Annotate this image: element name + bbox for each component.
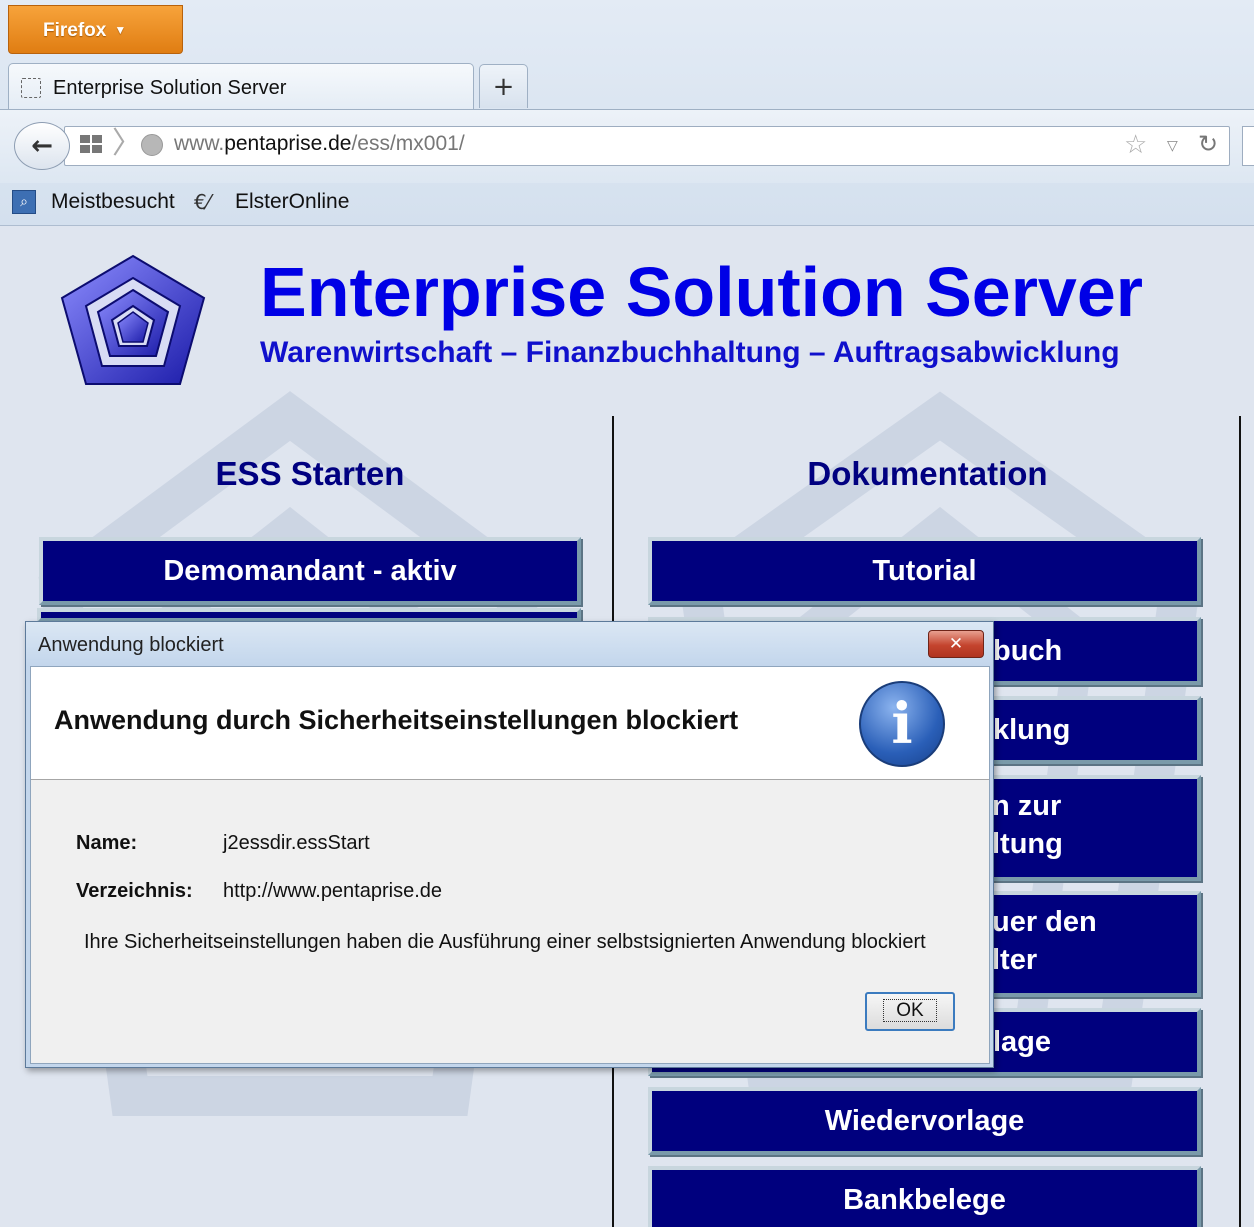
dialog-body: Anwendung durch Sicherheitseinstellungen… <box>30 666 990 1064</box>
left-column-heading: ESS Starten <box>215 455 405 492</box>
bookmark-star-icon[interactable]: ☆ <box>1124 130 1147 160</box>
right-column-heading: Dokumentation <box>807 455 1048 492</box>
left-button-partial[interactable] <box>37 608 581 622</box>
bookmarks-toolbar <box>0 183 1254 226</box>
name-label: Name: <box>76 832 138 854</box>
firefox-menu-button[interactable]: Firefox ▼ <box>8 5 183 54</box>
browser-tab[interactable]: Enterprise Solution Server <box>8 63 474 111</box>
back-button[interactable]: ← <box>14 122 70 170</box>
ok-label: OK <box>883 999 937 1022</box>
new-tab-button[interactable]: + <box>479 64 528 108</box>
column-divider-right <box>1239 416 1241 1227</box>
demomandant-button[interactable]: Demomandant - aktiv <box>39 537 581 605</box>
tutorial-button[interactable]: Tutorial <box>648 537 1201 605</box>
firefox-menu-label: Firefox <box>43 20 107 41</box>
page-icon <box>21 78 41 98</box>
bookmark-folder-icon: ⌕ <box>12 190 36 214</box>
tab-title: Enterprise Solution Server <box>53 77 287 99</box>
search-bar[interactable] <box>1242 126 1254 166</box>
dialog-window-title: Anwendung blockiert <box>38 634 224 656</box>
close-icon: ✕ <box>948 634 964 654</box>
chevron-right-icon: 〉 <box>112 126 142 161</box>
blocked-message: Ihre Sicherheitseinstellungen haben die … <box>84 931 926 953</box>
bookmark-meistbesucht[interactable]: Meistbesucht <box>51 190 175 214</box>
bankbelege-button[interactable]: Bankbelege <box>648 1166 1201 1227</box>
close-button[interactable]: ✕ <box>928 630 984 658</box>
site-subtitle: Warenwirtschaft – Finanzbuchhaltung – Au… <box>260 336 1120 369</box>
site-identity-icon[interactable] <box>80 135 106 155</box>
globe-icon <box>141 134 163 156</box>
dialog-heading: Anwendung durch Sicherheitseinstellungen… <box>54 705 739 735</box>
directory-value: http://www.pentaprise.de <box>223 880 443 902</box>
url-text[interactable]: www.pentaprise.de/ess/mx001/ <box>174 132 465 156</box>
bookmark-elsteronline[interactable]: ElsterOnline <box>235 190 349 214</box>
application-blocked-dialog: Anwendung blockiert ✕ Anwendung durch Si… <box>25 621 994 1068</box>
directory-label: Verzeichnis: <box>76 880 193 902</box>
name-value: j2essdir.essStart <box>223 832 370 854</box>
wiedervorlage-button[interactable]: Wiedervorlage <box>648 1087 1201 1155</box>
ok-button[interactable]: OK <box>865 992 955 1031</box>
url-dropdown-icon[interactable]: ▽ <box>1167 138 1178 154</box>
site-title: Enterprise Solution Server <box>260 253 1144 331</box>
chevron-down-icon: ▼ <box>114 23 127 37</box>
pentaprise-logo <box>60 254 206 385</box>
dialog-header: Anwendung durch Sicherheitseinstellungen… <box>31 667 989 780</box>
elster-icon: €⁄ <box>194 190 211 214</box>
info-icon: i <box>859 681 945 767</box>
dialog-titlebar[interactable]: Anwendung blockiert ✕ <box>26 622 993 666</box>
back-arrow-icon: ← <box>31 131 53 161</box>
reload-icon[interactable]: ↻ <box>1198 130 1218 158</box>
